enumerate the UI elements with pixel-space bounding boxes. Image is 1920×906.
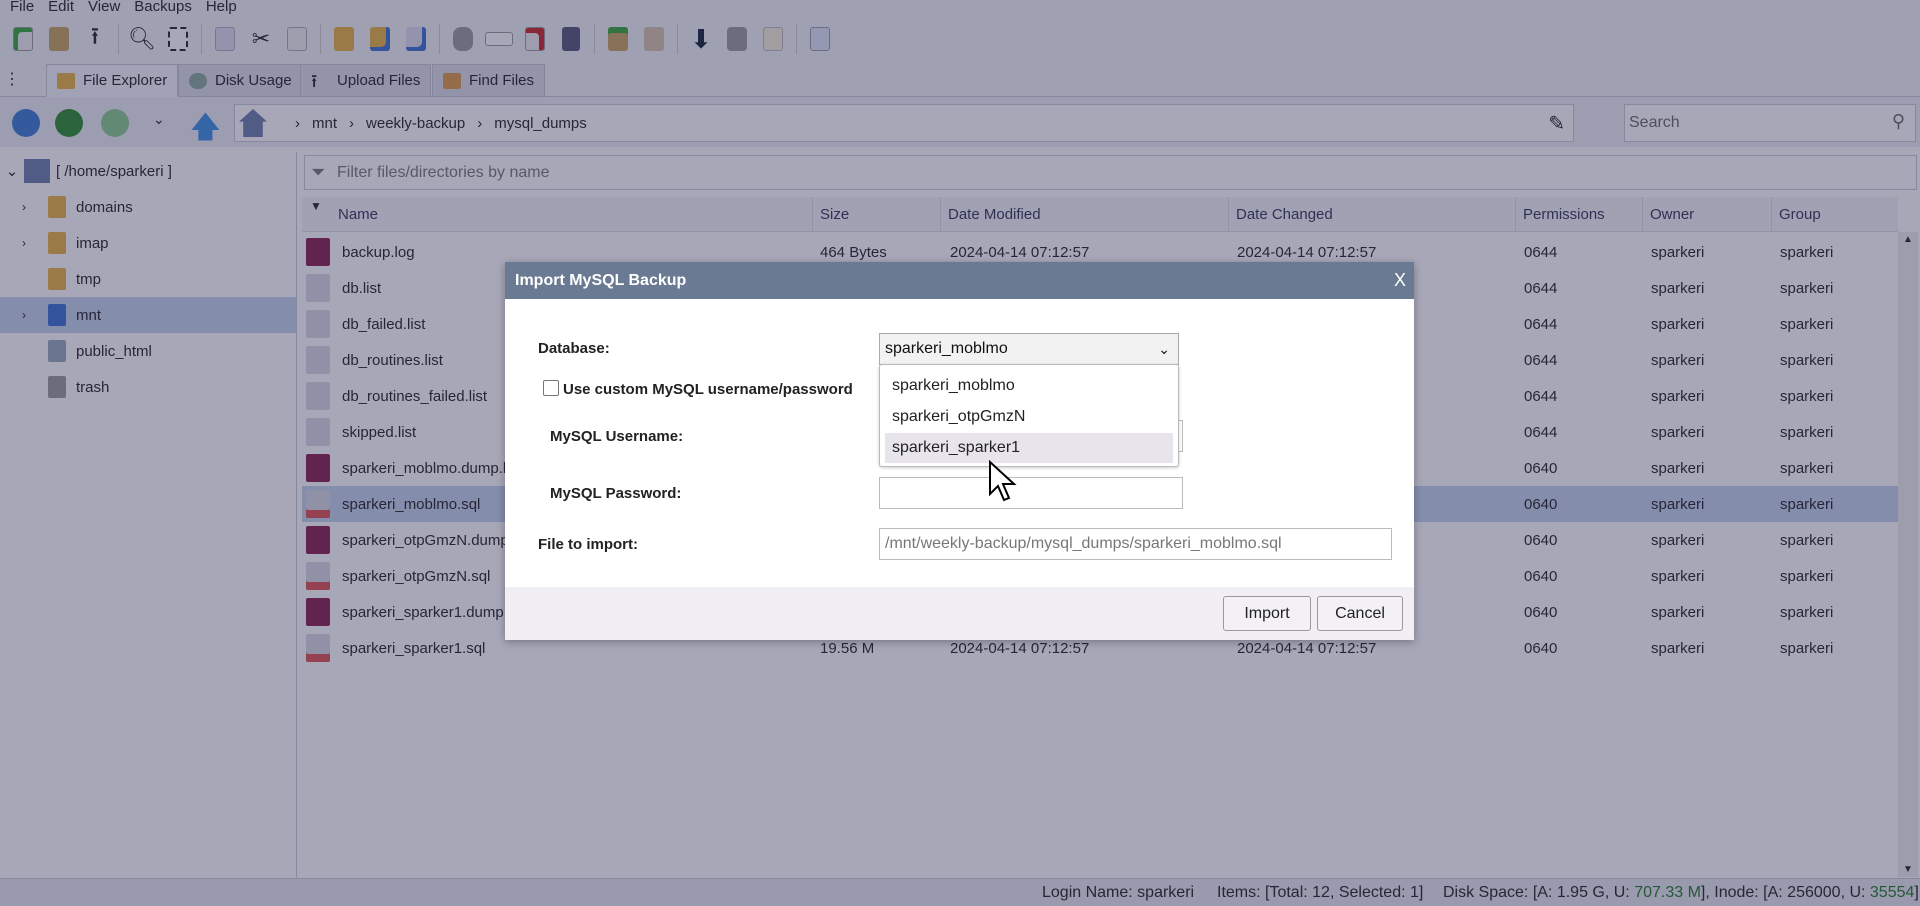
- cancel-button[interactable]: Cancel: [1317, 596, 1403, 631]
- database-select[interactable]: sparkeri_moblmo ⌄: [879, 333, 1179, 365]
- custom-credentials-checkbox[interactable]: [543, 380, 559, 396]
- chevron-down-icon: ⌄: [1158, 341, 1170, 357]
- file-to-import-input: /mnt/weekly-backup/mysql_dumps/sparkeri_…: [879, 528, 1392, 560]
- dropdown-option[interactable]: sparkeri_otpGmzN: [885, 402, 1173, 432]
- import-mysql-backup-dialog: Import MySQL Backup X Database: sparkeri…: [505, 262, 1414, 640]
- dropdown-option[interactable]: sparkeri_sparker1: [885, 433, 1173, 463]
- dialog-footer: Import Cancel: [505, 587, 1414, 640]
- password-input[interactable]: [879, 477, 1183, 509]
- mouse-cursor-icon: [989, 460, 1017, 502]
- dialog-title: Import MySQL Backup: [505, 262, 1414, 299]
- file-to-import-label: File to import:: [538, 536, 638, 553]
- database-dropdown-list: sparkeri_moblmo sparkeri_otpGmzN sparker…: [879, 364, 1179, 467]
- dropdown-option[interactable]: sparkeri_moblmo: [885, 371, 1173, 401]
- database-label: Database:: [538, 340, 610, 357]
- username-label: MySQL Username:: [550, 428, 684, 445]
- custom-credentials-label[interactable]: Use custom MySQL username/password: [563, 381, 853, 398]
- password-label: MySQL Password:: [550, 485, 682, 502]
- import-button[interactable]: Import: [1223, 596, 1311, 631]
- close-button[interactable]: X: [1394, 262, 1406, 299]
